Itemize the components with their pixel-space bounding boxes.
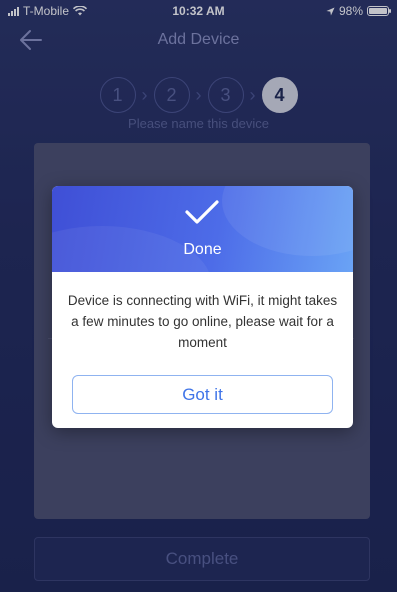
dialog-title: Done [183, 241, 222, 258]
add-device-screen: T-Mobile 10:32 AM 98% Add Device 1 › 2 ›… [0, 0, 397, 592]
dialog-header: Done [52, 186, 353, 272]
checkmark-icon [185, 200, 219, 224]
dialog-message: Device is connecting with WiFi, it might… [67, 293, 338, 350]
got-it-button[interactable]: Got it [72, 375, 333, 414]
done-dialog: Done Device is connecting with WiFi, it … [52, 186, 353, 428]
